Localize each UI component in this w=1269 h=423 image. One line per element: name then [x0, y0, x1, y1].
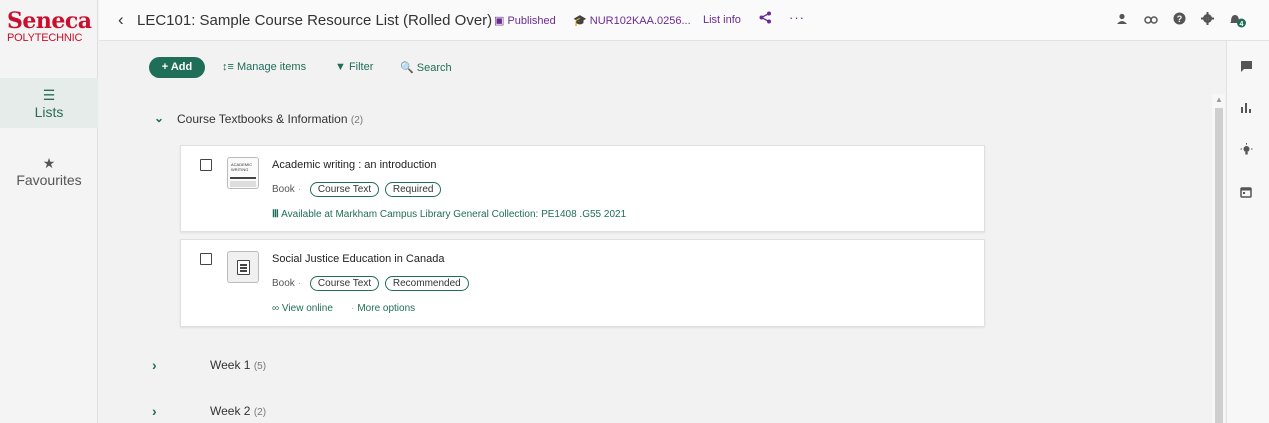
back-chevron-icon[interactable]: ‹ [118, 10, 124, 30]
list-icon: ☰ [42, 87, 56, 103]
chevron-right-icon[interactable]: › [152, 403, 157, 419]
more-options-text: More options [357, 303, 416, 314]
published-label: Published [507, 15, 556, 27]
comment-icon[interactable] [1240, 60, 1253, 75]
item-meta: Book · Course Text Recommended [272, 276, 469, 291]
item-meta: Book · Course Text Required [272, 182, 442, 197]
published-icon: ▣ [494, 15, 505, 27]
help-icon[interactable]: ? [1173, 12, 1186, 28]
search-button[interactable]: 🔍 Search [400, 61, 452, 74]
published-status[interactable]: ▣ Published [494, 14, 556, 27]
item-title[interactable]: Social Justice Education in Canada [272, 253, 444, 265]
left-sidebar: Seneca POLYTECHNIC ☰ Lists ★ Favourites [0, 0, 98, 423]
seneca-logo[interactable]: Seneca POLYTECHNIC [7, 10, 93, 44]
list-info-link[interactable]: List info [703, 14, 741, 26]
list-item[interactable]: ACADEMIC WRITING Academic writing : an i… [180, 145, 985, 232]
list-item[interactable]: Social Justice Education in Canada Book ·… [180, 239, 985, 327]
availability-text: Available at Markham Campus Library Gene… [281, 209, 627, 220]
scrollbar-thumb[interactable] [1215, 108, 1223, 423]
share-icon[interactable] [759, 11, 772, 27]
page-title: LEC101: Sample Course Resource List (Rol… [137, 12, 493, 29]
manage-items-button[interactable]: ↕≡ Manage items [222, 61, 306, 73]
star-icon: ★ [42, 155, 56, 171]
link-icon: ∞ [272, 303, 280, 314]
course-link[interactable]: 🎓 NUR102KAA.0256... [573, 14, 691, 27]
book-placeholder-thumbnail[interactable] [227, 251, 259, 283]
course-code: NUR102KAA.0256... [589, 15, 691, 27]
calendar-icon[interactable] [1240, 186, 1252, 201]
sidebar-item-label: Lists [34, 104, 64, 120]
tag-course-text: Course Text [309, 182, 380, 197]
tag-required: Required [384, 182, 442, 197]
sidebar-item-favourites[interactable]: ★ Favourites [0, 150, 98, 194]
item-type: Book [272, 278, 295, 289]
svg-text:?: ? [1177, 14, 1183, 24]
section-title-text: Week 1 [210, 358, 251, 372]
item-title[interactable]: Academic writing : an introduction [272, 159, 436, 171]
section-title-text: Course Textbooks & Information [177, 112, 348, 126]
graduation-cap-icon: 🎓 [573, 15, 587, 27]
item-type: Book [272, 184, 295, 195]
more-options-link[interactable]: · More options [351, 303, 415, 314]
availability-link[interactable]: Ⅲ Available at Markham Campus Library Ge… [272, 209, 626, 220]
chevron-down-icon[interactable]: ⌄ [154, 111, 164, 125]
chevron-right-icon[interactable]: › [152, 357, 157, 373]
sidebar-item-lists[interactable]: ☰ Lists [0, 78, 98, 128]
tag-recommended: Recommended [384, 276, 469, 291]
book-cover-thumbnail[interactable]: ACADEMIC WRITING [227, 157, 259, 189]
settings-gear-icon[interactable] [1201, 12, 1214, 28]
section-count: (2) [350, 115, 364, 126]
header-bar: ‹ LEC101: Sample Course Resource List (R… [99, 0, 1269, 41]
item-checkbox[interactable] [200, 159, 212, 171]
cover-text: ACADEMIC WRITING [231, 162, 253, 172]
view-online-text: View online [281, 303, 333, 314]
scroll-up-arrow-icon[interactable]: ▲ [1215, 95, 1223, 104]
library-icon: Ⅲ [272, 209, 279, 220]
section-count: (2) [253, 407, 267, 418]
add-button[interactable]: + Add [149, 57, 205, 78]
section-title: Week 2 (2) [210, 404, 266, 418]
right-rail [1226, 41, 1269, 423]
svg-text:4: 4 [1240, 21, 1244, 28]
section-title: Course Textbooks & Information (2) [177, 112, 363, 126]
section-title-text: Week 2 [210, 404, 251, 418]
section-title: Week 1 (5) [210, 358, 266, 372]
logo-wordmark: Seneca [7, 8, 92, 34]
more-options-icon[interactable]: ··· [789, 10, 805, 25]
analytics-bar-chart-icon[interactable] [1240, 101, 1252, 116]
filter-button[interactable]: ▼ Filter [335, 61, 373, 73]
item-checkbox[interactable] [200, 253, 212, 265]
main-content: + Add ↕≡ Manage items ▼ Filter 🔍 Search … [99, 41, 1226, 423]
user-icon[interactable] [1116, 12, 1128, 28]
lightbulb-icon[interactable] [1240, 143, 1253, 159]
tag-course-text: Course Text [309, 276, 380, 291]
link-icon[interactable] [1144, 12, 1158, 28]
view-online-link[interactable]: ∞ View online [272, 303, 333, 314]
notifications-bell-icon[interactable]: 4 [1229, 12, 1247, 31]
section-count: (5) [253, 361, 267, 372]
logo-subtitle: POLYTECHNIC [7, 32, 83, 44]
scrollbar[interactable]: ▲ [1212, 94, 1225, 423]
sidebar-item-label: Favourites [16, 172, 82, 188]
